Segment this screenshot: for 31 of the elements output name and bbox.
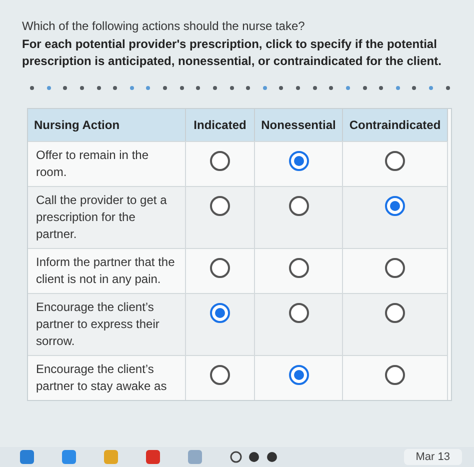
radio-button[interactable] (288, 196, 308, 216)
instructions-text: For each potential provider's prescription, click to specify if the potential prescription is anticipated, nonessential, or contraindicated for the client. (22, 36, 442, 70)
table-cell: Encourage the client’s partner to express their sorrow. (28, 293, 186, 355)
radio-button[interactable] (385, 151, 405, 171)
status-icons[interactable] (230, 451, 280, 463)
app-icon[interactable] (146, 450, 160, 464)
table-cell: Call the provider to get a prescription for the partner. (28, 186, 186, 248)
radio-button[interactable] (210, 365, 230, 385)
radio-button[interactable] (288, 151, 308, 171)
table-cell: Offer to remain in the room. (28, 141, 186, 186)
radio-button[interactable] (210, 151, 230, 171)
column-header: Nursing Action (28, 109, 186, 141)
app-icon[interactable] (20, 450, 34, 464)
column-header: Nonessential (255, 109, 343, 141)
table-cell: Inform the partner that the client is not in any pain. (28, 248, 186, 293)
radio-button[interactable] (210, 196, 230, 216)
column-header: Indicated (186, 109, 255, 141)
table-cell: Encourage the client’s partner to stay awake as (28, 355, 186, 400)
app-icon[interactable] (62, 450, 76, 464)
radio-button[interactable] (385, 303, 405, 323)
radio-button[interactable] (385, 258, 405, 278)
radio-button[interactable] (385, 365, 405, 385)
radio-button[interactable] (288, 365, 308, 385)
radio-button[interactable] (288, 258, 308, 278)
radio-button[interactable] (210, 303, 230, 323)
radio-button[interactable] (210, 258, 230, 278)
date-text: Mar 13 (404, 449, 462, 465)
column-header: Contraindicated (343, 109, 448, 141)
radio-button[interactable] (288, 303, 308, 323)
radio-button[interactable] (385, 196, 405, 216)
question-text: Which of the following actions should the nurse take? (22, 18, 306, 35)
